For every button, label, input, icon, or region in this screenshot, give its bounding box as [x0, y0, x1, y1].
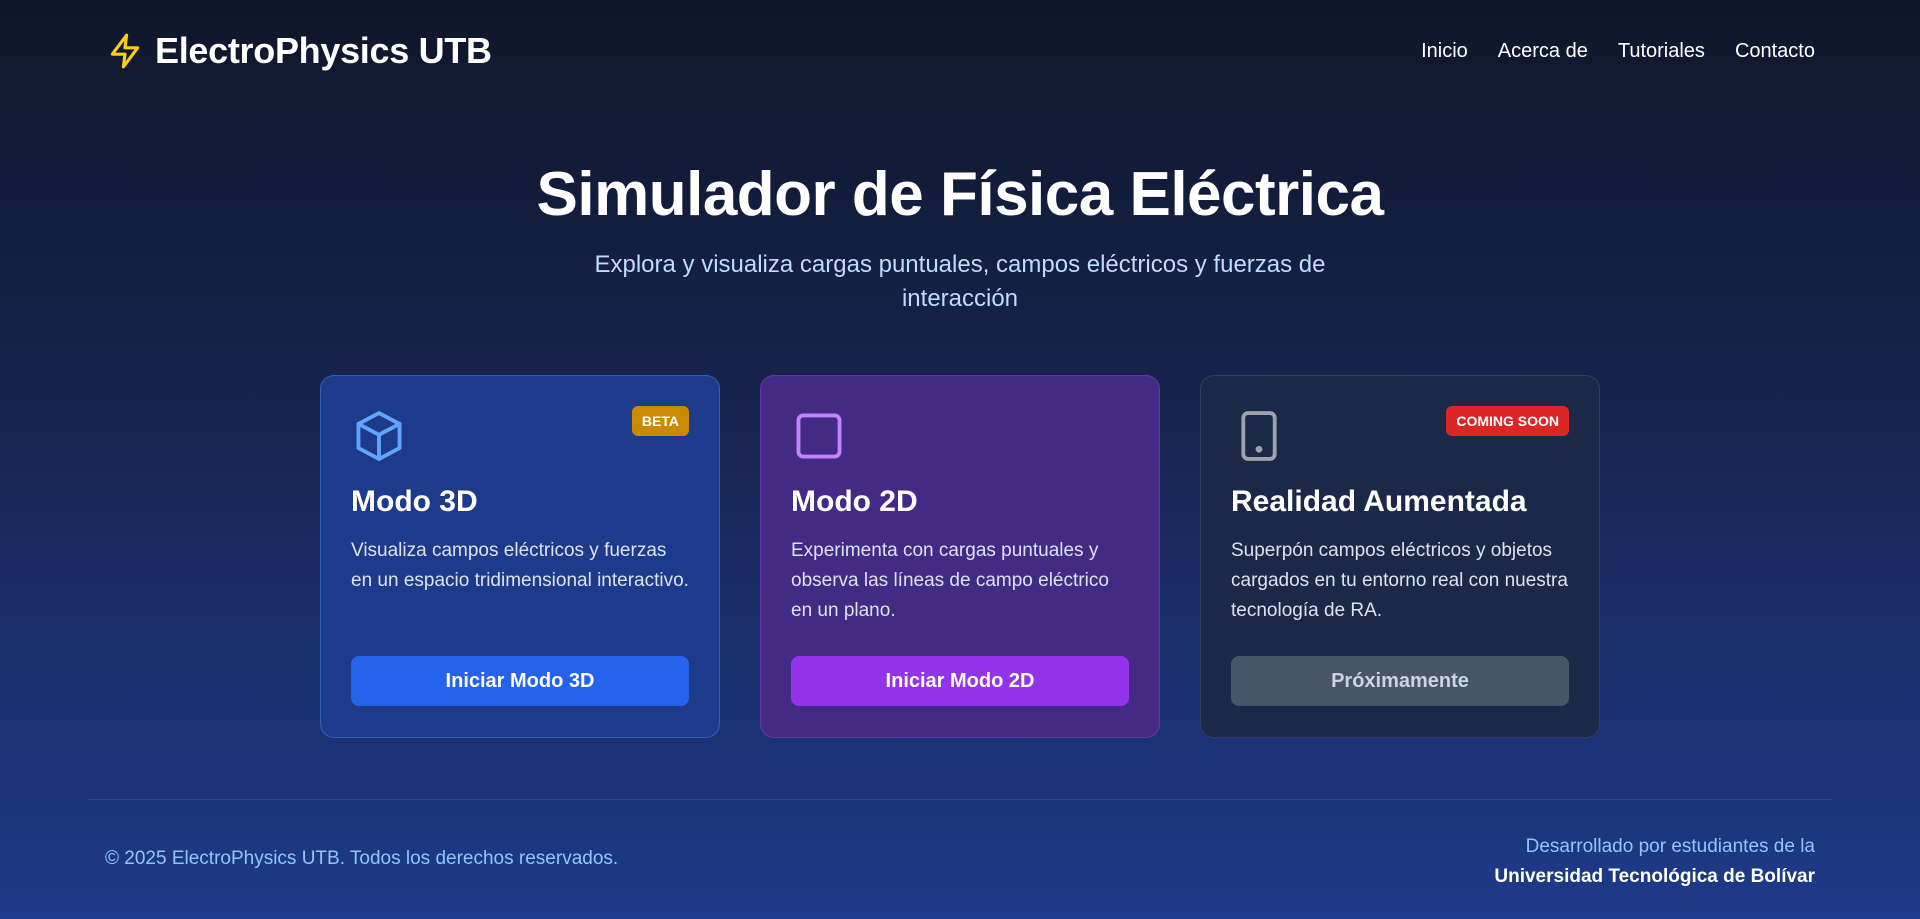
nav-link-acerca-de[interactable]: Acerca de — [1498, 40, 1588, 63]
brand-name: ElectroPhysics UTB — [155, 30, 492, 71]
footer-divider — [88, 799, 1832, 800]
card-description: Visualiza campos eléctricos y fuerzas en… — [351, 540, 689, 591]
coming-soon-badge: COMING SOON — [1446, 406, 1569, 436]
developed-by-text: Desarrollado por estudiantes de la — [1525, 836, 1815, 857]
credits: Desarrollado por estudiantes de la Unive… — [1494, 832, 1815, 892]
card-2d-mode: Modo 2D Experimenta con cargas puntuales… — [760, 375, 1160, 738]
main-nav: Inicio Acerca de Tutoriales Contacto — [1421, 40, 1815, 63]
university-name: Universidad Tecnológica de Bolívar — [1494, 866, 1815, 887]
copyright-text: © 2025 ElectroPhysics UTB. Todos los der… — [105, 848, 619, 869]
cube-icon — [349, 406, 409, 466]
site-header: ElectroPhysics UTB Inicio Acerca de Tuto… — [0, 0, 1920, 102]
coming-soon-button: Próximamente — [1231, 656, 1569, 706]
beta-badge: BETA — [631, 406, 689, 436]
page-subtitle: Explora y visualiza cargas puntuales, ca… — [594, 251, 1326, 312]
tablet-icon — [1229, 406, 1289, 466]
card-augmented-reality: COMING SOON Realidad Aumentada Superpón … — [1200, 375, 1600, 738]
lightning-bolt-icon — [105, 31, 145, 71]
card-description: Experimenta con cargas puntuales y obser… — [791, 540, 1109, 621]
card-description: Superpón campos eléctricos y objetos car… — [1231, 540, 1568, 621]
square-icon — [789, 406, 849, 466]
card-title: Realidad Aumentada — [1231, 485, 1527, 518]
mode-cards: BETA Modo 3D Visualiza campos eléctricos… — [320, 375, 1600, 738]
brand-logo[interactable]: ElectroPhysics UTB — [105, 30, 492, 72]
nav-link-tutoriales[interactable]: Tutoriales — [1618, 40, 1705, 63]
card-title: Modo 3D — [351, 485, 478, 518]
nav-link-contacto[interactable]: Contacto — [1735, 40, 1815, 63]
card-3d-mode: BETA Modo 3D Visualiza campos eléctricos… — [320, 375, 720, 738]
card-title: Modo 2D — [791, 485, 918, 518]
page-title: Simulador de Física Eléctrica — [536, 160, 1384, 229]
start-3d-mode-button[interactable]: Iniciar Modo 3D — [351, 656, 689, 706]
nav-link-inicio[interactable]: Inicio — [1421, 40, 1468, 63]
hero-section: Simulador de Física Eléctrica Explora y … — [0, 158, 1920, 316]
start-2d-mode-button[interactable]: Iniciar Modo 2D — [791, 656, 1129, 706]
